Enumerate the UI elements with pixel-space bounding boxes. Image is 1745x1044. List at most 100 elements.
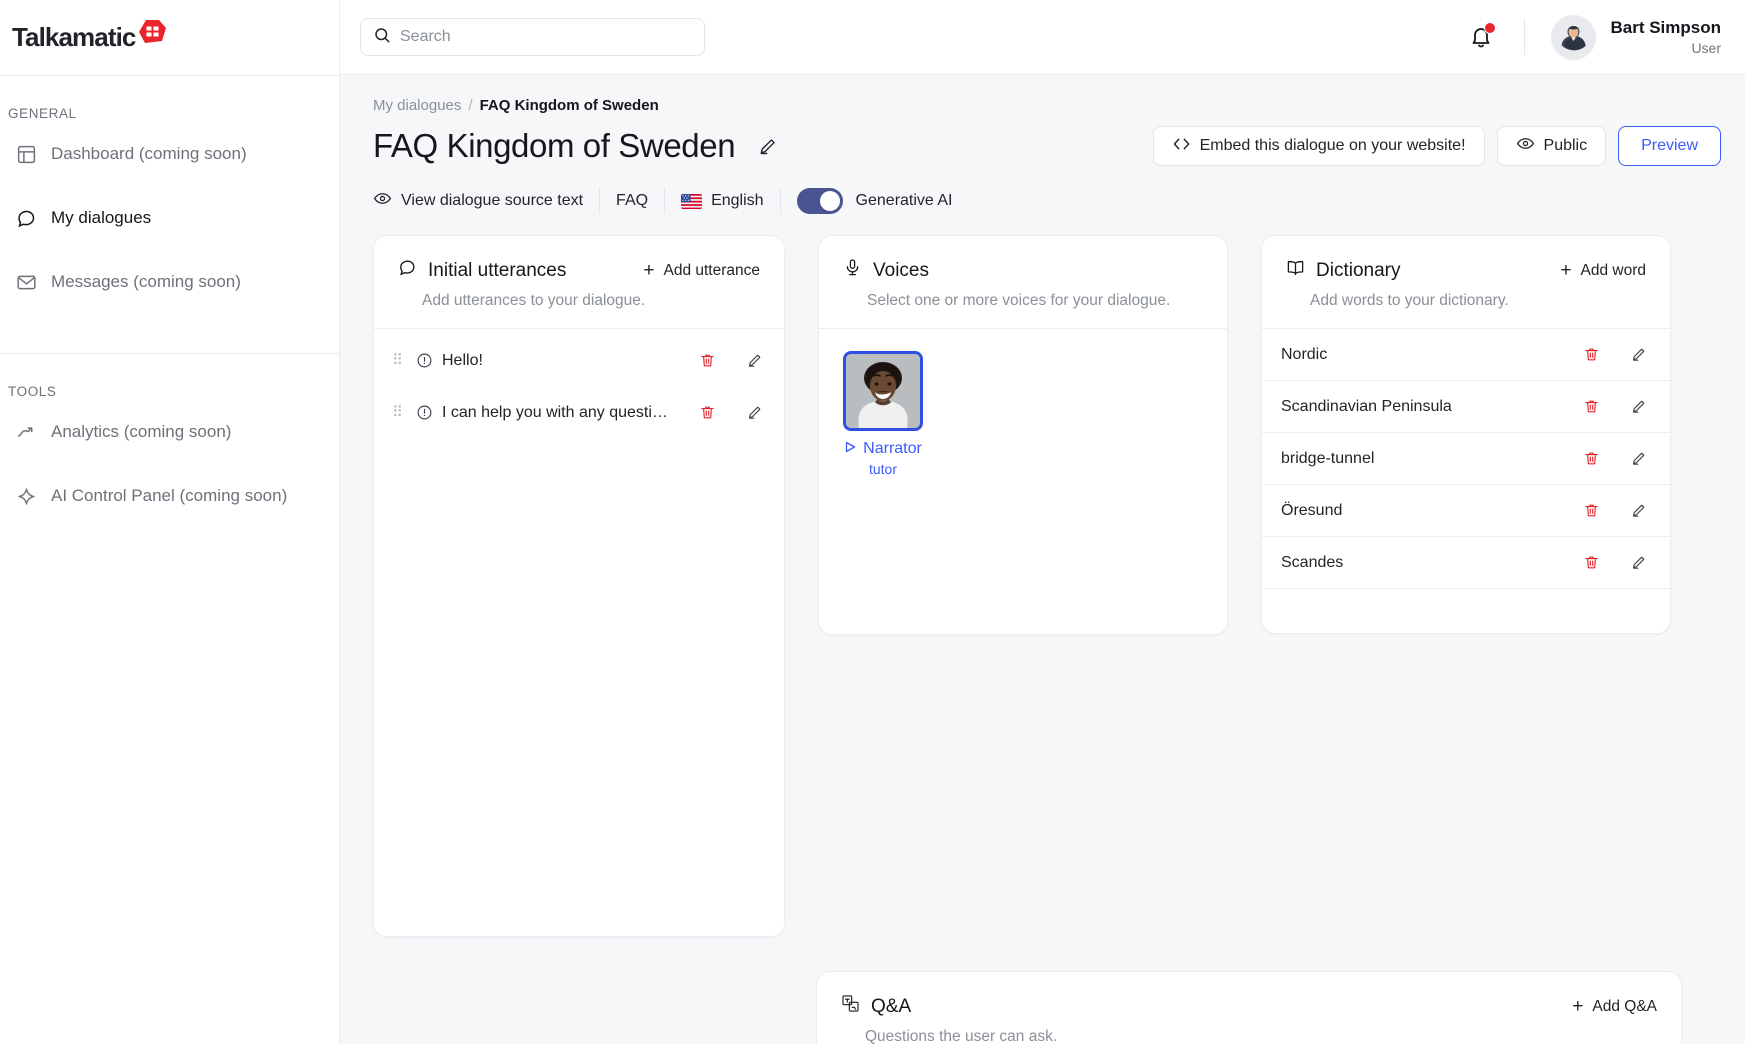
dictionary-word: bridge-tunnel	[1281, 449, 1375, 467]
utterance-text: I can help you with any questio…	[442, 403, 674, 421]
utterances-list: ⠿ Hello! ⠿ I can help you with any quest…	[374, 328, 784, 430]
list-item[interactable]: Nordic	[1262, 329, 1670, 381]
add-utterance-label: Add utterance	[663, 261, 760, 279]
delete-word-button[interactable]	[1579, 446, 1604, 471]
us-flag-icon	[681, 193, 703, 209]
visibility-button[interactable]: Public	[1496, 126, 1607, 166]
list-item[interactable]: ⠿ Hello!	[374, 343, 784, 378]
embed-dialogue-button[interactable]: Embed this dialogue on your website!	[1152, 126, 1485, 166]
sidebar-section-general: GENERAL Dashboard (coming soon) My dialo…	[0, 76, 339, 353]
drag-handle-icon[interactable]: ⠿	[392, 353, 408, 368]
eye-icon	[373, 189, 392, 213]
avatar[interactable]	[1551, 14, 1597, 60]
utterances-title: Initial utterances	[428, 259, 567, 281]
topbar-divider	[1524, 19, 1526, 55]
search-box[interactable]	[360, 18, 705, 56]
sidebar-item-label: Analytics (coming soon)	[51, 422, 232, 441]
play-voice-button[interactable]: Narrator	[843, 440, 923, 458]
sidebar-item-ai-control-panel[interactable]: AI Control Panel (coming soon)	[0, 469, 339, 523]
delete-word-button[interactable]	[1579, 498, 1604, 523]
main-area: Bart Simpson User My dialogues / FAQ Kin…	[340, 0, 1745, 1044]
view-source-button[interactable]: View dialogue source text	[373, 189, 599, 213]
qna-card-header: Q&A + Add Q&A Questions the user can ask…	[817, 972, 1681, 1044]
utterances-subtitle: Add utterances to your dialogue.	[422, 292, 646, 309]
card-voices: Voices Select one or more voices for you…	[818, 235, 1228, 635]
list-item[interactable]: Öresund	[1262, 485, 1670, 537]
content-area: Initial utterances + Add utterance Add u…	[340, 214, 1745, 1044]
delete-utterance-button[interactable]	[695, 348, 720, 373]
generative-ai-control: Generative AI	[781, 188, 953, 214]
sidebar-item-analytics[interactable]: Analytics (coming soon)	[0, 405, 339, 459]
microphone-icon	[843, 258, 862, 283]
delete-utterance-button[interactable]	[695, 400, 720, 425]
drag-handle-icon[interactable]: ⠿	[392, 405, 408, 420]
list-item[interactable]: ⠿ I can help you with any questio…	[374, 395, 784, 430]
view-source-label: View dialogue source text	[401, 192, 584, 209]
trend-up-icon	[14, 420, 38, 444]
edit-utterance-button[interactable]	[742, 348, 767, 373]
sidebar-section-tools: TOOLS Analytics (coming soon) AI Control…	[0, 354, 339, 523]
voice-avatar[interactable]	[843, 351, 923, 431]
generative-ai-toggle[interactable]	[796, 188, 843, 214]
alert-circle-icon	[416, 352, 433, 369]
search-icon	[373, 26, 391, 49]
dictionary-list: Nordic Scandinavian Peninsula bridge-tun…	[1262, 328, 1670, 633]
list-item[interactable]: bridge-tunnel	[1262, 433, 1670, 485]
edit-word-button[interactable]	[1626, 446, 1651, 471]
voices-card-header: Voices Select one or more voices for you…	[819, 236, 1227, 328]
voice-item[interactable]: Narrator tutor	[843, 351, 1203, 477]
dialogue-type[interactable]: FAQ	[600, 189, 664, 213]
add-qna-label: Add Q&A	[1592, 997, 1657, 1015]
list-item[interactable]: Scandes	[1262, 537, 1670, 589]
add-word-button[interactable]: + Add word	[1560, 261, 1646, 280]
preview-label: Preview	[1641, 137, 1698, 154]
sparkle-icon	[14, 484, 38, 508]
breadcrumb-parent[interactable]: My dialogues	[373, 97, 461, 114]
title-row: FAQ Kingdom of Sweden Embed this dialogu…	[373, 126, 1721, 166]
edit-word-button[interactable]	[1626, 498, 1651, 523]
edit-title-button[interactable]	[757, 136, 778, 157]
brand-logo[interactable]: Talkamatic	[0, 0, 339, 75]
delete-word-button[interactable]	[1579, 342, 1604, 367]
dictionary-word: Scandes	[1281, 553, 1344, 571]
dictionary-title: Dictionary	[1316, 259, 1401, 281]
sidebar-item-messages[interactable]: Messages (coming soon)	[0, 255, 339, 309]
notifications-button[interactable]	[1464, 20, 1498, 54]
edit-utterance-button[interactable]	[742, 400, 767, 425]
edit-word-button[interactable]	[1626, 394, 1651, 419]
utterances-title-group: Initial utterances	[398, 258, 566, 283]
sidebar-item-dashboard[interactable]: Dashboard (coming soon)	[0, 127, 339, 181]
dialogue-type-label: FAQ	[616, 192, 649, 209]
card-qna: Q&A + Add Q&A Questions the user can ask…	[816, 971, 1682, 1044]
delete-word-button[interactable]	[1579, 394, 1604, 419]
dictionary-list-footer	[1262, 589, 1670, 633]
qna-row: Q&A + Add Q&A Questions the user can ask…	[373, 971, 1721, 1044]
user-meta[interactable]: Bart Simpson User	[1610, 17, 1721, 56]
dictionary-subtitle: Add words to your dictionary.	[1310, 292, 1509, 309]
qa-translate-icon	[841, 994, 860, 1019]
play-icon	[844, 440, 856, 458]
language-selector[interactable]: English	[665, 189, 779, 213]
topbar: Bart Simpson User	[340, 0, 1745, 75]
sidebar-item-my-dialogues[interactable]: My dialogues	[0, 191, 339, 245]
delete-word-button[interactable]	[1579, 550, 1604, 575]
search-input[interactable]	[400, 28, 692, 46]
dialogue-toolbar: View dialogue source text FAQ English Ge…	[340, 166, 1745, 214]
visibility-label: Public	[1543, 137, 1588, 154]
edit-word-button[interactable]	[1626, 342, 1651, 367]
edit-word-button[interactable]	[1626, 550, 1651, 575]
sidebar-section-label-general: GENERAL	[8, 106, 77, 121]
add-utterance-button[interactable]: + Add utterance	[643, 261, 760, 280]
layout-grid-icon	[14, 142, 38, 166]
pencil-icon	[760, 138, 775, 154]
preview-button[interactable]: Preview	[1618, 126, 1721, 166]
embed-dialogue-label: Embed this dialogue on your website!	[1199, 137, 1466, 154]
utterances-card-header: Initial utterances + Add utterance Add u…	[374, 236, 784, 328]
dictionary-word: Scandinavian Peninsula	[1281, 397, 1452, 415]
add-qna-button[interactable]: + Add Q&A	[1572, 997, 1657, 1016]
list-item[interactable]: Scandinavian Peninsula	[1262, 381, 1670, 433]
notification-badge	[1484, 22, 1497, 34]
voices-title-group: Voices	[843, 258, 929, 283]
